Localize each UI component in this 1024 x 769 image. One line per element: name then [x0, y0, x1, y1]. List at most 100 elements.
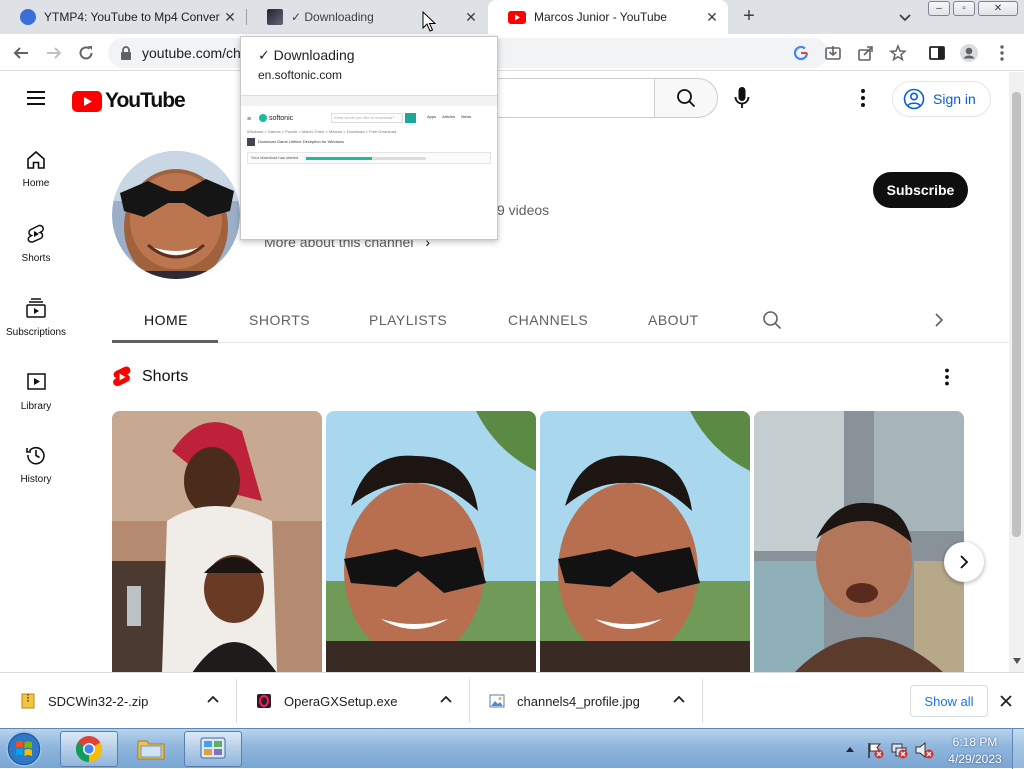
profile-avatar-icon[interactable] [958, 42, 980, 64]
lock-icon[interactable] [120, 46, 132, 60]
download-filename: OperaGXSetup.exe [284, 693, 398, 709]
search-input[interactable] [480, 78, 655, 118]
guide-item-shorts[interactable]: Shorts [0, 223, 72, 264]
channel-search-icon[interactable] [762, 310, 782, 330]
guide-item-label: Shorts [21, 253, 51, 264]
close-tab-icon[interactable]: ✕ [461, 7, 481, 27]
youtube-logo-icon [72, 90, 102, 112]
tab-title: Marcos Junior - YouTube [534, 10, 667, 24]
guide-item-home[interactable]: Home [0, 150, 72, 189]
tab-title: Downloading [304, 10, 374, 24]
softonic-favicon-icon [267, 9, 283, 25]
scrollbar-thumb[interactable] [1012, 92, 1021, 537]
maximize-button[interactable]: ▫ [953, 1, 975, 16]
guide-item-library[interactable]: Library [0, 371, 72, 412]
short-thumbnail[interactable] [754, 411, 964, 672]
reload-icon[interactable] [75, 42, 97, 64]
download-item[interactable]: OperaGXSetup.exe [236, 673, 469, 729]
taskbar-file-explorer[interactable] [122, 731, 180, 767]
tray-expand-icon[interactable] [845, 745, 855, 753]
back-arrow-icon[interactable] [10, 42, 32, 64]
new-tab-button[interactable]: + [737, 5, 761, 29]
google-lens-icon[interactable] [793, 45, 809, 61]
tab-ytmp4[interactable]: YTMP4: YouTube to Mp4 Converter ✕ [0, 0, 246, 34]
show-all-downloads-button[interactable]: Show all [910, 685, 988, 717]
chrome-icon [75, 736, 103, 763]
tab-downloading[interactable]: ✓ Downloading ✕ [247, 0, 487, 34]
tab-shorts[interactable]: SHORTS [249, 312, 310, 328]
tab-about[interactable]: ABOUT [648, 312, 699, 328]
control-panel-icon [200, 737, 226, 759]
share-icon[interactable] [855, 42, 877, 64]
minimize-button[interactable]: – [928, 1, 950, 16]
channel-tabs: HOME SHORTS PLAYLISTS CHANNELS ABOUT [112, 298, 1009, 343]
close-window-button[interactable]: ✕ [978, 1, 1018, 16]
chevron-up-icon[interactable] [206, 693, 220, 707]
settings-more-icon[interactable] [853, 86, 873, 110]
download-item[interactable]: SDCWin32-2-.zip [0, 673, 236, 729]
opera-icon [257, 694, 271, 708]
bookmark-star-icon[interactable] [887, 42, 909, 64]
action-center-flag-icon[interactable] [866, 741, 884, 759]
subscribe-button[interactable]: Subscribe [873, 172, 968, 208]
forward-arrow-icon[interactable] [43, 42, 65, 64]
chevron-up-icon[interactable] [439, 693, 453, 707]
system-clock[interactable]: 6:18 PM 4/29/2023 [946, 735, 1004, 766]
sign-in-button[interactable]: Sign in [892, 81, 991, 117]
account-circle-icon [903, 88, 925, 110]
selected-tab-underline [112, 340, 218, 343]
chevron-up-icon[interactable] [672, 693, 686, 707]
tab-search-chevron-icon[interactable] [896, 8, 914, 26]
url-text[interactable]: youtube.com/ch [142, 45, 241, 61]
close-downloads-bar-icon[interactable] [996, 691, 1016, 711]
show-desktop-button[interactable] [1012, 729, 1024, 769]
shorts-icon [27, 224, 44, 243]
tabs-scroll-right-icon[interactable] [932, 312, 946, 328]
clock-time: 6:18 PM [952, 735, 998, 749]
preview-heading: Download Game Lifeline Deception for Win… [258, 139, 344, 144]
clock-date: 4/29/2023 [948, 752, 1002, 766]
download-filename: SDCWin32-2-.zip [48, 693, 149, 709]
youtube-logo[interactable]: YouTube [72, 89, 186, 113]
ytmp4-favicon-icon [20, 9, 36, 25]
shorts-logo-icon [113, 366, 131, 387]
close-tab-icon[interactable]: ✕ [220, 7, 240, 27]
guide-menu-icon[interactable] [26, 90, 46, 106]
preview-progress-track [306, 157, 426, 160]
install-app-icon[interactable] [822, 42, 844, 64]
softonic-logo-icon [259, 114, 267, 122]
close-tab-icon[interactable]: ✕ [702, 7, 722, 27]
shorts-more-icon[interactable] [937, 367, 957, 387]
shorts-next-button[interactable] [944, 542, 984, 582]
tab-home[interactable]: HOME [144, 312, 188, 328]
preview-download-status-box: Your download has started [247, 152, 491, 164]
tab-playlists[interactable]: PLAYLISTS [369, 312, 447, 328]
guide-item-label: Home [22, 178, 50, 189]
download-filename: channels4_profile.jpg [517, 693, 640, 709]
short-thumbnail[interactable] [326, 411, 536, 672]
short-thumbnail[interactable] [540, 411, 750, 672]
search-button[interactable] [654, 78, 718, 118]
guide-item-history[interactable]: History [0, 444, 72, 485]
guide-item-subscriptions[interactable]: Subscriptions [0, 297, 72, 338]
tab-hover-card: ✓ Downloading en.softonic.com ≡ softonic… [240, 36, 498, 240]
scroll-down-arrow-icon[interactable] [1013, 658, 1021, 664]
short-thumbnail[interactable] [112, 411, 322, 672]
taskbar-control-panel[interactable] [184, 731, 242, 767]
preview-app-icon [247, 138, 255, 146]
tab-channels[interactable]: CHANNELS [508, 312, 588, 328]
voice-search-mic-icon[interactable] [734, 86, 750, 110]
start-button[interactable] [4, 730, 44, 768]
preview-menu-icon: ≡ [247, 116, 252, 123]
taskbar-chrome[interactable] [60, 731, 118, 767]
chrome-menu-icon[interactable] [991, 42, 1013, 64]
download-item[interactable]: channels4_profile.jpg [469, 673, 702, 729]
network-icon[interactable] [890, 741, 908, 759]
windows-start-orb-icon [6, 731, 42, 767]
volume-muted-icon[interactable] [914, 741, 934, 759]
side-panel-icon[interactable] [926, 42, 948, 64]
preview-topbar [241, 96, 497, 106]
download-separator [702, 679, 703, 723]
tab-youtube-active[interactable]: Marcos Junior - YouTube ✕ [488, 0, 728, 34]
page-scrollbar[interactable] [1009, 72, 1024, 672]
